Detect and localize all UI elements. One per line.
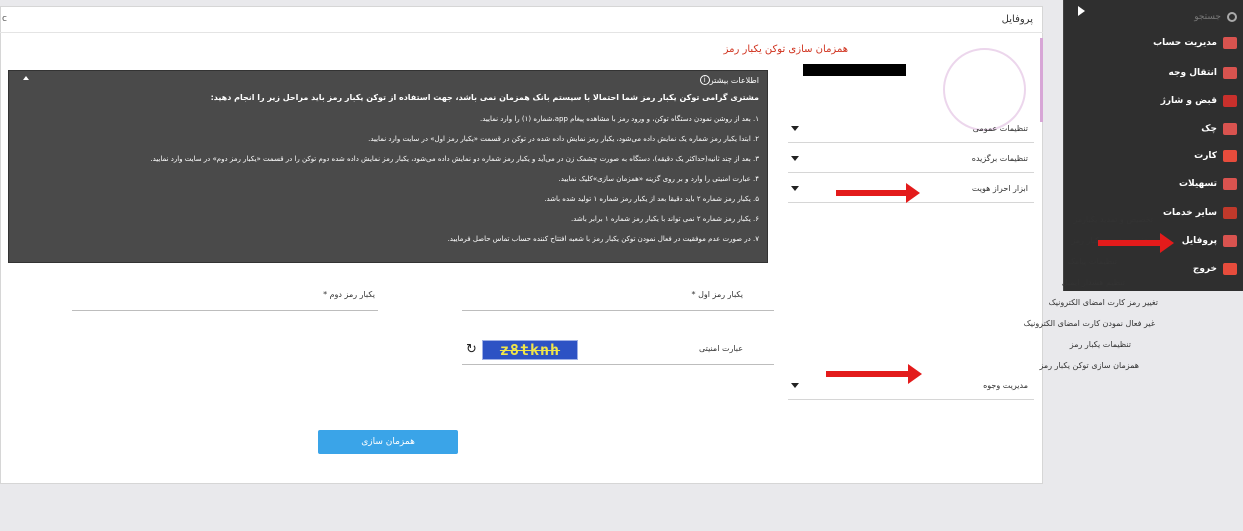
- annotation-arrow: [826, 364, 922, 384]
- sub-item-allocate[interactable]: تخصیص و تمدید یکبارمز: [1073, 215, 1153, 224]
- menu-item-label: تسهیلات: [1178, 179, 1217, 189]
- sync-button[interactable]: همزمان سازی: [318, 430, 458, 454]
- menu-search[interactable]: جستجو: [1063, 4, 1243, 30]
- title-divider: [0, 32, 1043, 33]
- chevron-down-icon: [791, 126, 799, 131]
- annotation-arrow: [1098, 233, 1174, 253]
- menu-item-label: خروج: [1192, 264, 1217, 274]
- redacted-name: [803, 64, 906, 76]
- sub-item-otp-settings[interactable]: تنظیمات یکبار رمز: [1070, 340, 1131, 349]
- page-title: پروفایل: [1001, 14, 1033, 25]
- first-otp-field[interactable]: [462, 310, 774, 311]
- corner-mark: c: [2, 14, 7, 24]
- card-icon: [1223, 150, 1237, 162]
- menu-item-label: سایر خدمات: [1162, 208, 1217, 218]
- menu-item-label: مدیریت حساب: [1153, 38, 1217, 48]
- first-otp-label: یکبار رمز اول *: [691, 290, 743, 299]
- info-box: i اطلاعات بیشتر مشتری گرامی توکن یکبار ر…: [8, 70, 768, 263]
- menu-item-label: انتقال وجه: [1168, 68, 1217, 78]
- second-otp-label: یکبار رمز دوم *: [323, 290, 375, 299]
- chevron-down-icon: [791, 156, 799, 161]
- refresh-icon[interactable]: ↻: [466, 342, 477, 357]
- second-otp-field[interactable]: [72, 310, 378, 311]
- chevron-up-icon[interactable]: [23, 76, 29, 80]
- accordion-general-settings[interactable]: تنظیمات عمومی: [788, 115, 1034, 143]
- info-step: ۱. بعد از روشن نمودن دستگاه توکن، و ورود…: [479, 115, 759, 123]
- security-phrase-field[interactable]: [462, 364, 774, 365]
- annotation-arrow: [836, 183, 920, 203]
- info-step: ۷. در صورت عدم موفقیت در فعال نمودن توکن…: [447, 235, 759, 243]
- menu-search-placeholder: جستجو: [1194, 12, 1221, 22]
- captcha-image: z8tknh: [482, 340, 578, 360]
- menu-item-label: پروفایل: [1181, 236, 1217, 246]
- menu-item-accounts[interactable]: مدیریت حساب: [1063, 30, 1243, 56]
- menu-item-loans[interactable]: تسهیلات: [1063, 171, 1243, 197]
- menu-item-transfer[interactable]: انتقال وجه: [1063, 60, 1243, 86]
- sub-item-token-sync[interactable]: همزمان سازی توکن یکبار رمز: [1040, 361, 1139, 370]
- info-step: ۳. بعد از چند ثانیه(حداکثر یک دقیقه)، دس…: [150, 155, 759, 163]
- side-menu: جستجو مدیریت حساب انتقال وجه قبض و شارژ …: [1063, 0, 1243, 291]
- info-step: ۴. عبارت امنیتی را وارد و بر روی گزینه «…: [558, 175, 759, 183]
- accounts-icon: [1223, 37, 1237, 49]
- info-step: ۶. یکبار رمز شماره ۲ نمی تواند با یکبار …: [571, 215, 759, 223]
- accordion-label: تنظیمات عمومی: [972, 124, 1028, 133]
- security-phrase-label: عبارت امنیتی: [699, 344, 743, 353]
- services-icon: [1223, 207, 1237, 219]
- avatar-accent: [1040, 38, 1043, 122]
- info-intro: مشتری گرامی توکن یکبار رمز شما احتمالا ب…: [210, 93, 759, 102]
- bill-icon: [1223, 95, 1237, 107]
- search-icon: [1227, 12, 1237, 22]
- menu-item-card[interactable]: کارت: [1063, 143, 1243, 169]
- info-heading-label: اطلاعات بیشتر: [709, 75, 759, 85]
- info-step: ۵. یکبار رمز شماره ۲ باید دقیقا بعد از ی…: [544, 195, 759, 203]
- profile-icon: [1223, 235, 1237, 247]
- sub-item-disable-card[interactable]: غیر فعال نمودن کارت امضای الکترونیک: [1024, 319, 1155, 328]
- menu-item-bills[interactable]: قبض و شارژ: [1063, 88, 1243, 114]
- transfer-icon: [1223, 67, 1237, 79]
- sub-item-email-alert[interactable]: تنظیم هشدار ایمیل: [1062, 278, 1125, 287]
- chevron-down-icon: [791, 186, 799, 191]
- caret-right-icon: [1078, 6, 1085, 16]
- sub-item-change-pin[interactable]: تغییر رمز کارت امضای الکترونیک: [1049, 298, 1158, 307]
- sub-item-sms[interactable]: تنظیمات پیامک: [1068, 257, 1117, 266]
- accordion-label: مدیریت وجوه: [983, 381, 1028, 390]
- info-heading: i اطلاعات بیشتر: [695, 75, 759, 85]
- section-title: همزمان سازی توکن یکبار رمز: [723, 44, 848, 55]
- accordion-favorite-settings[interactable]: تنظیمات برگزیده: [788, 145, 1034, 173]
- info-icon: i: [699, 75, 710, 85]
- exit-icon: [1223, 263, 1237, 275]
- accordion-label: تنظیمات برگزیده: [971, 154, 1028, 163]
- chevron-down-icon: [791, 383, 799, 388]
- menu-item-label: چک: [1201, 124, 1217, 134]
- info-step: ۲. ابتدا یکبار رمز شماره یک نمایش داده م…: [368, 135, 759, 143]
- menu-item-label: قبض و شارژ: [1160, 96, 1217, 106]
- cheque-icon: [1223, 123, 1237, 135]
- menu-item-cheque[interactable]: چک: [1063, 116, 1243, 142]
- menu-item-label: کارت: [1194, 151, 1217, 161]
- accordion-label: ابزار احراز هویت: [971, 184, 1028, 193]
- loan-icon: [1223, 178, 1237, 190]
